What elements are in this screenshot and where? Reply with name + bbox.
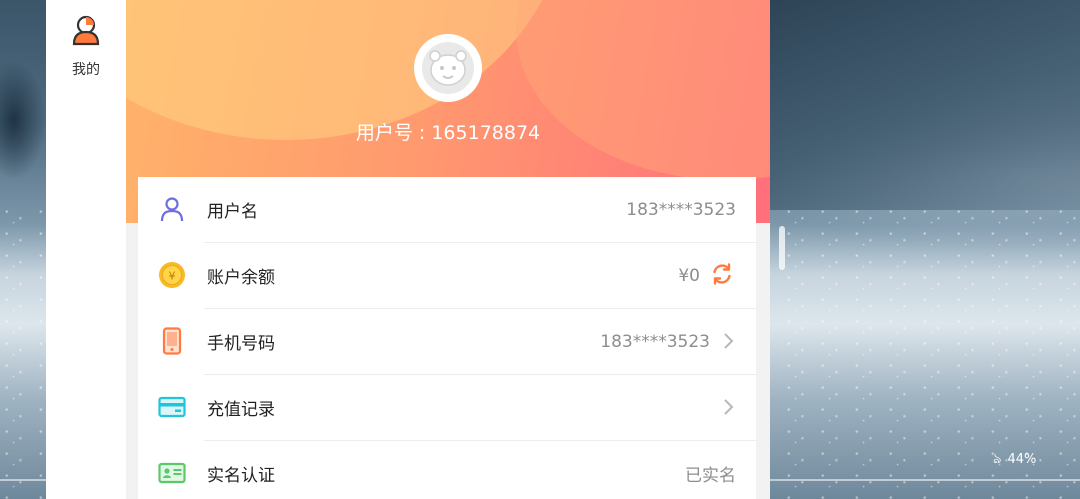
background-mountains [770, 0, 1080, 210]
battery-indicator: ঌ 44% [993, 450, 1036, 468]
row-recharge-records[interactable]: 充值记录 [138, 375, 756, 440]
row-balance: ¥ 账户余额 ¥0 [138, 243, 756, 308]
tiger-avatar-icon [422, 42, 474, 94]
yuan-coin-icon: ¥ [158, 261, 186, 289]
background-tree [0, 60, 46, 180]
side-nav: 我的 [46, 0, 126, 499]
row-label: 账户余额 [207, 268, 275, 288]
mobile-phone-icon [158, 327, 186, 355]
row-label: 手机号码 [207, 334, 275, 354]
row-label: 实名认证 [207, 466, 275, 486]
row-label: 充值记录 [207, 400, 275, 420]
id-card-icon [158, 459, 186, 487]
account-info-card: 用户名 183****3523 ¥ 账户余额 ¥0 手机号码 183****35… [138, 177, 756, 499]
battery-icon: ঌ [993, 451, 1002, 467]
person-outline-icon [158, 195, 186, 223]
battery-percent: 44% [1007, 451, 1037, 467]
row-value: ¥0 [678, 265, 700, 286]
row-real-name: 实名认证 已实名 [138, 441, 756, 499]
chevron-right-icon [718, 331, 738, 351]
row-value: 已实名 [685, 466, 736, 486]
nav-item-mine[interactable]: 我的 [46, 14, 126, 84]
row-value: 183****3523 [600, 331, 710, 352]
row-label: 用户名 [207, 202, 258, 222]
profile-panel: 用户号 : 165178874 用户名 183****3523 ¥ 账户余额 ¥… [126, 0, 770, 499]
refresh-icon[interactable] [710, 262, 734, 286]
row-value: 183****3523 [626, 199, 736, 220]
scrollbar-thumb[interactable] [779, 226, 785, 270]
row-phone[interactable]: 手机号码 183****3523 [138, 309, 756, 374]
row-username: 用户名 183****3523 [138, 177, 756, 242]
chevron-right-icon [718, 397, 738, 417]
credit-card-icon [158, 393, 186, 421]
nav-item-label: 我的 [72, 62, 100, 78]
svg-text:¥: ¥ [169, 270, 176, 283]
user-id: 用户号 : 165178874 [355, 122, 541, 144]
avatar[interactable] [414, 34, 482, 102]
user-profile-icon [71, 14, 101, 50]
